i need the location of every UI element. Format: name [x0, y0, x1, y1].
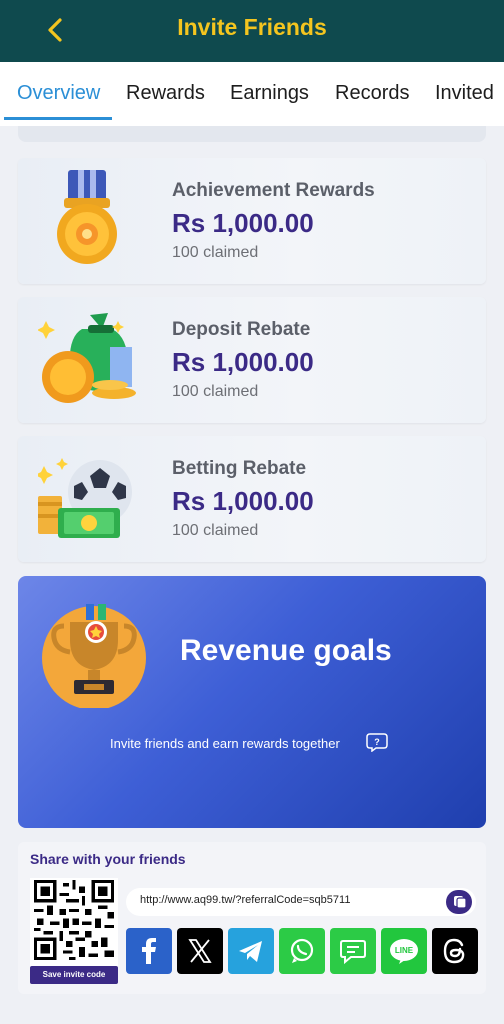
card-title: Betting Rebate: [172, 458, 307, 479]
tab-overview[interactable]: Overview: [17, 82, 100, 105]
question-bubble-icon[interactable]: ?: [366, 732, 388, 752]
card-amount: Rs 1,000.00: [172, 208, 314, 238]
copy-icon: [454, 896, 467, 909]
football-cash-icon: [38, 458, 132, 538]
share-facebook-button[interactable]: [126, 928, 172, 974]
share-threads-button[interactable]: [432, 928, 478, 974]
x-icon: [177, 928, 223, 974]
referral-link-field[interactable]: http://www.aq99.tw/?referralCode=sqb5711: [126, 888, 476, 916]
card-title: Achievement Rewards: [172, 180, 375, 201]
share-title: Share with your friends: [30, 851, 186, 867]
active-tab-indicator: [4, 117, 112, 120]
reward-card-deposit[interactable]: Deposit Rebate Rs 1,000.00 100 claimed: [18, 297, 486, 423]
facebook-icon: [126, 928, 172, 974]
trophy-icon: [42, 604, 146, 708]
tab-rewards[interactable]: Rewards: [126, 82, 205, 105]
qr-code: [30, 878, 118, 972]
sms-icon: [330, 928, 376, 974]
card-title: Deposit Rebate: [172, 319, 311, 340]
threads-icon: [432, 928, 478, 974]
svg-text:LINE: LINE: [395, 946, 414, 955]
share-telegram-button[interactable]: [228, 928, 274, 974]
line-icon: LINE: [381, 928, 427, 974]
qr-code-image: [34, 880, 114, 960]
share-sms-button[interactable]: [330, 928, 376, 974]
card-amount: Rs 1,000.00: [172, 347, 314, 377]
card-claimed: 100 claimed: [172, 383, 259, 400]
referral-url: http://www.aq99.tw/?referralCode=sqb5711: [140, 894, 351, 906]
page-title: Invite Friends: [177, 14, 327, 40]
share-line-button[interactable]: LINE: [381, 928, 427, 974]
reward-card-betting[interactable]: Betting Rebate Rs 1,000.00 100 claimed: [18, 436, 486, 562]
card-claimed: 100 claimed: [172, 522, 259, 539]
medal-icon: [57, 170, 117, 264]
app-header: Invite Friends: [0, 0, 504, 62]
tab-invited[interactable]: Invited: [435, 82, 494, 105]
revenue-goals-banner[interactable]: Revenue goals Invite friends and earn re…: [18, 576, 486, 828]
reward-card-achievement[interactable]: Achievement Rewards Rs 1,000.00 100 clai…: [18, 158, 486, 284]
svg-text:?: ?: [374, 737, 380, 747]
money-bag-icon: [38, 313, 136, 403]
revenue-goals-subtitle: Invite friends and earn rewards together: [110, 736, 340, 751]
share-x-button[interactable]: [177, 928, 223, 974]
save-invite-code-button[interactable]: Save invite code: [30, 966, 118, 984]
card-amount: Rs 1,000.00: [172, 486, 314, 516]
copy-link-button[interactable]: [446, 890, 472, 914]
scrolled-card-edge: [18, 126, 486, 142]
tab-records[interactable]: Records: [335, 82, 409, 105]
telegram-icon: [228, 928, 274, 974]
whatsapp-icon: [279, 928, 325, 974]
tab-earnings[interactable]: Earnings: [230, 82, 309, 105]
share-whatsapp-button[interactable]: [279, 928, 325, 974]
revenue-goals-title: Revenue goals: [180, 634, 392, 667]
card-claimed: 100 claimed: [172, 244, 259, 261]
share-section: Share with your friends Save invite code…: [18, 842, 486, 994]
